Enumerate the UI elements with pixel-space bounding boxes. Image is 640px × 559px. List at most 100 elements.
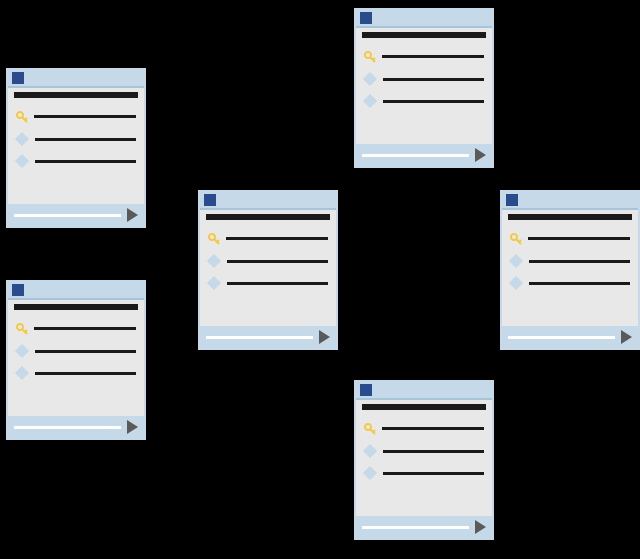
db-table-window — [6, 68, 146, 228]
field-line — [34, 327, 136, 330]
table-fields — [8, 314, 144, 378]
bottombar — [356, 516, 492, 538]
play-icon — [475, 520, 486, 534]
menubar — [206, 214, 330, 220]
app-icon — [360, 384, 372, 396]
diamond-icon — [15, 154, 29, 168]
table-fields — [502, 224, 638, 288]
play-icon — [127, 208, 138, 222]
field-line — [34, 115, 136, 118]
table-fields — [200, 224, 336, 288]
diamond-icon — [15, 344, 29, 358]
titlebar — [8, 70, 144, 88]
bottombar — [8, 416, 144, 438]
field-row — [510, 232, 630, 244]
titlebar — [200, 192, 336, 210]
key-icon — [510, 232, 522, 244]
bottombar — [502, 326, 638, 348]
diamond-icon — [15, 366, 29, 380]
table-fields — [8, 102, 144, 166]
field-line — [35, 138, 136, 141]
field-row — [510, 278, 630, 288]
field-line — [35, 350, 136, 353]
bottombar — [8, 204, 144, 226]
titlebar — [356, 10, 492, 28]
titlebar — [356, 382, 492, 400]
field-line — [35, 372, 136, 375]
field-line — [383, 100, 484, 103]
field-line — [226, 237, 328, 240]
diamond-icon — [363, 94, 377, 108]
app-icon — [360, 12, 372, 24]
diamond-icon — [207, 254, 221, 268]
progress-track — [14, 426, 121, 429]
diamond-icon — [363, 444, 377, 458]
app-icon — [12, 72, 24, 84]
field-line — [383, 472, 484, 475]
play-icon — [475, 148, 486, 162]
field-line — [227, 260, 328, 263]
diamond-icon — [15, 132, 29, 146]
diamond-icon — [509, 254, 523, 268]
progress-track — [362, 526, 469, 529]
field-line — [529, 282, 630, 285]
app-icon — [506, 194, 518, 206]
progress-track — [362, 154, 469, 157]
diamond-icon — [363, 466, 377, 480]
app-icon — [12, 284, 24, 296]
bottombar — [356, 144, 492, 166]
key-icon — [16, 110, 28, 122]
field-line — [383, 450, 484, 453]
play-icon — [319, 330, 330, 344]
field-row — [16, 346, 136, 356]
field-line — [383, 78, 484, 81]
play-icon — [127, 420, 138, 434]
field-row — [16, 368, 136, 378]
field-row — [208, 278, 328, 288]
db-table-window — [354, 380, 494, 540]
key-icon — [364, 422, 376, 434]
menubar — [508, 214, 632, 220]
menubar — [362, 32, 486, 38]
progress-track — [206, 336, 313, 339]
field-row — [16, 110, 136, 122]
field-row — [16, 134, 136, 144]
field-row — [16, 322, 136, 334]
diamond-icon — [363, 72, 377, 86]
key-icon — [208, 232, 220, 244]
diamond-icon — [207, 276, 221, 290]
field-row — [364, 50, 484, 62]
field-row — [208, 232, 328, 244]
progress-track — [508, 336, 615, 339]
diamond-icon — [509, 276, 523, 290]
field-row — [364, 422, 484, 434]
field-row — [16, 156, 136, 166]
db-table-window — [354, 8, 494, 168]
field-line — [529, 260, 630, 263]
app-icon — [204, 194, 216, 206]
menubar — [14, 92, 138, 98]
field-line — [382, 55, 484, 58]
play-icon — [621, 330, 632, 344]
key-icon — [16, 322, 28, 334]
db-table-window — [500, 190, 640, 350]
field-row — [510, 256, 630, 266]
titlebar — [8, 282, 144, 300]
field-row — [364, 446, 484, 456]
field-line — [528, 237, 630, 240]
field-line — [35, 160, 136, 163]
progress-track — [14, 214, 121, 217]
key-icon — [364, 50, 376, 62]
field-line — [382, 427, 484, 430]
field-row — [208, 256, 328, 266]
field-row — [364, 468, 484, 478]
field-row — [364, 74, 484, 84]
table-fields — [356, 414, 492, 478]
table-fields — [356, 42, 492, 106]
db-table-window — [6, 280, 146, 440]
menubar — [14, 304, 138, 310]
titlebar — [502, 192, 638, 210]
menubar — [362, 404, 486, 410]
bottombar — [200, 326, 336, 348]
field-row — [364, 96, 484, 106]
